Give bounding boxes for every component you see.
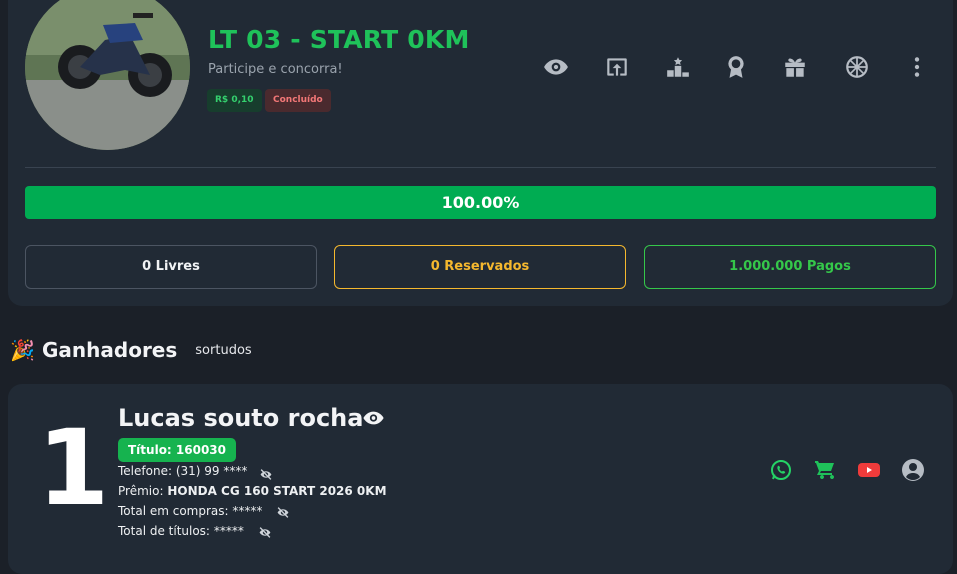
divider — [25, 167, 936, 168]
titles-value: ***** — [213, 524, 244, 538]
phone-label: Telefone: — [118, 464, 172, 478]
eye-icon[interactable] — [361, 407, 386, 429]
user-icon[interactable] — [901, 458, 925, 482]
award-icon[interactable] — [723, 54, 749, 80]
eye-off-icon[interactable] — [258, 524, 272, 538]
more-vertical-icon[interactable] — [904, 54, 930, 80]
progress-label: 100.00% — [441, 193, 520, 212]
winner-rank: 1 — [37, 407, 110, 529]
podium-icon[interactable] — [665, 54, 691, 80]
price-badge: R$ 0,10 — [207, 89, 262, 112]
raffle-subtitle: Participe e concorra! — [208, 62, 343, 77]
purchases-row: Total em compras: ***** — [118, 504, 262, 518]
eye-icon[interactable] — [543, 54, 569, 80]
prize-label: Prêmio: — [118, 484, 164, 498]
winner-name: Lucas souto rocha — [118, 404, 364, 432]
winners-subtitle: sortudos — [195, 342, 252, 358]
winners-header: 🎉 Ganhadores sortudos — [10, 336, 252, 364]
ticket-badge: Título: 160030 — [118, 438, 237, 462]
eye-off-icon[interactable] — [259, 466, 273, 480]
prize-row: Prêmio: HONDA CG 160 START 2026 0KM — [118, 484, 387, 498]
progress-bar: 100.00% — [25, 186, 936, 219]
purchases-label: Total em compras: — [118, 504, 229, 518]
winners-title: Ganhadores — [42, 338, 178, 362]
reserved-count-button[interactable]: 0 Reservados — [334, 245, 626, 289]
paid-count-button[interactable]: 1.000.000 Pagos — [644, 245, 936, 289]
gift-icon[interactable] — [782, 54, 808, 80]
titles-label: Total de títulos: — [118, 524, 210, 538]
phone-row: Telefone: (31) 99 **** — [118, 464, 247, 478]
prize-value: HONDA CG 160 START 2026 0KM — [167, 484, 387, 498]
party-icon: 🎉 — [10, 338, 35, 362]
youtube-icon[interactable] — [857, 458, 881, 482]
titles-row: Total de títulos: ***** — [118, 524, 244, 538]
purchases-value: ***** — [232, 504, 263, 518]
raffle-title: LT 03 - START 0KM — [208, 25, 470, 54]
eye-off-icon[interactable] — [276, 504, 290, 518]
cart-icon[interactable] — [813, 458, 837, 482]
whatsapp-icon[interactable] — [769, 458, 793, 482]
share-icon[interactable] — [604, 54, 630, 80]
free-count-button[interactable]: 0 Livres — [25, 245, 317, 289]
status-badge: Concluído — [265, 89, 331, 112]
phone-value: (31) 99 **** — [175, 464, 248, 478]
wheel-icon[interactable] — [844, 54, 870, 80]
